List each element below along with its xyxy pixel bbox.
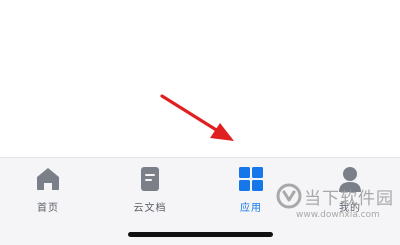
- home-indicator[interactable]: [128, 232, 273, 237]
- main-content-area: [0, 0, 400, 157]
- tab-apps-label: 应用: [240, 203, 262, 214]
- downxia-logo: [276, 183, 302, 209]
- watermark: 当下软件园 www.downxia.com: [276, 183, 398, 225]
- tab-cloud-docs-label: 云文档: [133, 203, 167, 214]
- watermark-url: www.downxia.com: [296, 210, 380, 220]
- tab-home-label: 首页: [37, 203, 59, 214]
- home-icon: [37, 168, 59, 190]
- tab-home[interactable]: 首页: [8, 166, 88, 218]
- apps-grid-icon: [239, 167, 263, 191]
- document-icon: [141, 167, 159, 191]
- watermark-site-name: 当下软件园: [304, 189, 394, 209]
- tab-cloud-docs[interactable]: 云文档: [110, 166, 190, 218]
